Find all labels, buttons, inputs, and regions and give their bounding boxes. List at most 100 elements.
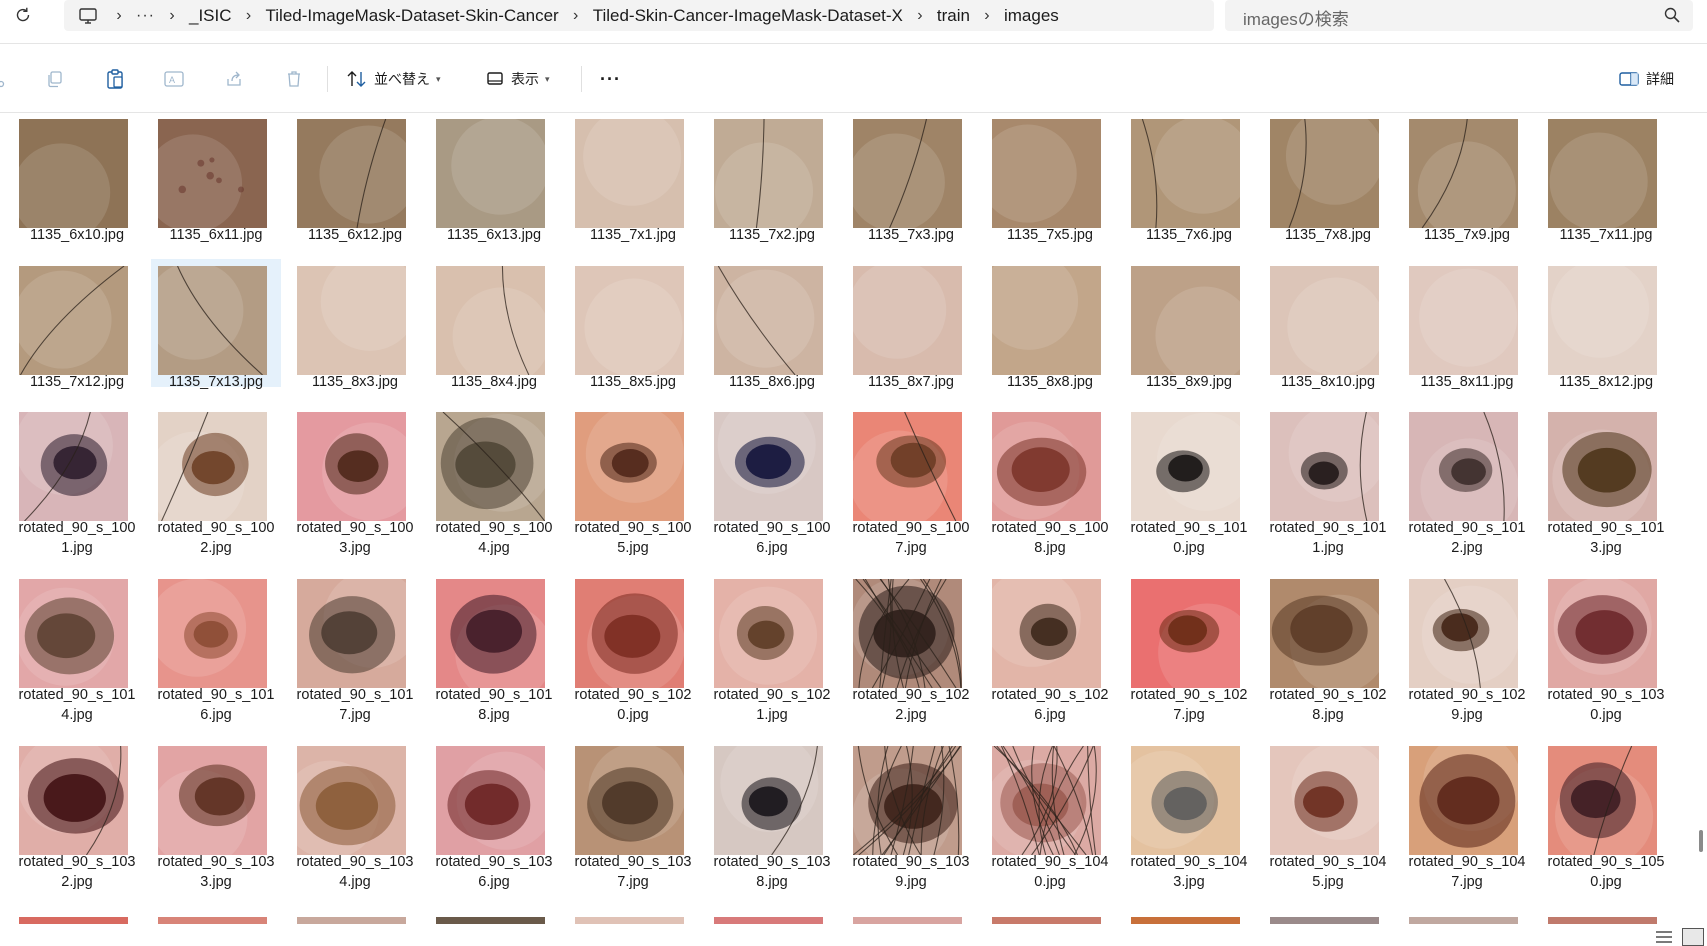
file-item[interactable]: rotated_90_s_1043.jpg	[1124, 739, 1254, 890]
cut-button[interactable]	[0, 68, 16, 90]
details-pane-button[interactable]: 詳細	[1618, 66, 1674, 92]
file-item[interactable]: 1135_6x10.jpg	[14, 112, 142, 243]
file-thumbnail-partial[interactable]	[1548, 917, 1657, 924]
file-item[interactable]: 1135_7x12.jpg	[14, 259, 142, 390]
file-item[interactable]: rotated_90_s_1022.jpg	[846, 572, 976, 723]
file-item[interactable]: 1135_7x3.jpg	[846, 112, 976, 243]
details-view-icon[interactable]	[1655, 930, 1673, 944]
copy-button[interactable]	[44, 68, 66, 90]
view-button[interactable]: 表示 ▾	[485, 66, 550, 92]
file-item[interactable]: rotated_90_s_1014.jpg	[14, 572, 142, 723]
file-item[interactable]: rotated_90_s_1004.jpg	[429, 405, 559, 556]
file-item[interactable]: 1135_7x2.jpg	[707, 112, 837, 243]
file-item[interactable]: rotated_90_s_1021.jpg	[707, 572, 837, 723]
file-item[interactable]: rotated_90_s_1047.jpg	[1402, 739, 1532, 890]
file-thumbnail-partial[interactable]	[575, 917, 684, 924]
file-thumbnail	[992, 412, 1101, 521]
search-icon[interactable]	[1663, 6, 1681, 24]
file-item[interactable]: 1135_6x12.jpg	[290, 112, 420, 243]
breadcrumb-item-isic[interactable]: _ISIC	[189, 6, 232, 26]
file-thumbnail	[1131, 266, 1240, 375]
file-item[interactable]: 1135_7x6.jpg	[1124, 112, 1254, 243]
file-item[interactable]: rotated_90_s_1001.jpg	[14, 405, 142, 556]
file-item[interactable]: rotated_90_s_1026.jpg	[985, 572, 1115, 723]
breadcrumb[interactable]: › ··· › _ISIC › Tiled-ImageMask-Dataset-…	[64, 0, 1214, 31]
file-thumbnail-partial[interactable]	[1131, 917, 1240, 924]
file-item[interactable]: 1135_7x11.jpg	[1541, 112, 1671, 243]
file-item[interactable]: 1135_8x12.jpg	[1541, 259, 1671, 390]
file-item[interactable]: 1135_6x13.jpg	[429, 112, 559, 243]
vertical-scrollbar-thumb[interactable]	[1699, 830, 1703, 852]
this-pc-button[interactable]	[78, 6, 102, 26]
file-thumbnail-partial[interactable]	[853, 917, 962, 924]
paste-button[interactable]	[104, 68, 126, 90]
file-item[interactable]: rotated_90_s_1008.jpg	[985, 405, 1115, 556]
file-item[interactable]: 1135_8x4.jpg	[429, 259, 559, 390]
file-item[interactable]: rotated_90_s_1010.jpg	[1124, 405, 1254, 556]
breadcrumb-item-images[interactable]: images	[1004, 6, 1059, 26]
breadcrumb-overflow-button[interactable]: ···	[136, 7, 155, 25]
thumbnail-image	[853, 746, 962, 855]
breadcrumb-item-train[interactable]: train	[937, 6, 970, 26]
file-item[interactable]: rotated_90_s_1016.jpg	[151, 572, 281, 723]
file-item[interactable]: rotated_90_s_1005.jpg	[568, 405, 698, 556]
file-item[interactable]: 1135_7x8.jpg	[1263, 112, 1393, 243]
share-button[interactable]	[223, 68, 245, 90]
file-item[interactable]: 1135_8x6.jpg	[707, 259, 837, 390]
rename-button[interactable]: A	[163, 68, 185, 90]
file-item[interactable]: rotated_90_s_1028.jpg	[1263, 572, 1393, 723]
file-item[interactable]: 1135_6x11.jpg	[151, 112, 281, 243]
file-item[interactable]: rotated_90_s_1036.jpg	[429, 739, 559, 890]
file-thumbnail-partial[interactable]	[714, 917, 823, 924]
refresh-button[interactable]	[12, 4, 34, 26]
file-thumbnail-partial[interactable]	[158, 917, 267, 924]
file-item[interactable]: rotated_90_s_1002.jpg	[151, 405, 281, 556]
sort-button[interactable]: 並べ替え ▾	[346, 66, 441, 92]
delete-button[interactable]	[283, 68, 305, 90]
file-item[interactable]: rotated_90_s_1045.jpg	[1263, 739, 1393, 890]
file-item[interactable]: rotated_90_s_1017.jpg	[290, 572, 420, 723]
file-thumbnail-partial[interactable]	[992, 917, 1101, 924]
file-item[interactable]: rotated_90_s_1037.jpg	[568, 739, 698, 890]
file-item[interactable]: 1135_8x11.jpg	[1402, 259, 1532, 390]
file-item[interactable]: rotated_90_s_1006.jpg	[707, 405, 837, 556]
file-item[interactable]: rotated_90_s_1039.jpg	[846, 739, 976, 890]
file-item[interactable]: rotated_90_s_1003.jpg	[290, 405, 420, 556]
search-input[interactable]: imagesの検索	[1225, 0, 1693, 31]
file-item[interactable]: rotated_90_s_1033.jpg	[151, 739, 281, 890]
file-thumbnail-partial[interactable]	[297, 917, 406, 924]
file-item[interactable]: rotated_90_s_1027.jpg	[1124, 572, 1254, 723]
file-item[interactable]: rotated_90_s_1020.jpg	[568, 572, 698, 723]
file-item[interactable]: rotated_90_s_1034.jpg	[290, 739, 420, 890]
breadcrumb-item-dataset[interactable]: Tiled-ImageMask-Dataset-Skin-Cancer	[266, 6, 559, 26]
file-item[interactable]: 1135_8x10.jpg	[1263, 259, 1393, 390]
file-thumbnail-partial[interactable]	[1409, 917, 1518, 924]
more-options-button[interactable]: ···	[600, 66, 621, 92]
file-item[interactable]: 1135_7x13.jpg	[151, 259, 281, 390]
file-item[interactable]: 1135_7x9.jpg	[1402, 112, 1532, 243]
file-item[interactable]: rotated_90_s_1011.jpg	[1263, 405, 1393, 556]
file-item[interactable]: rotated_90_s_1030.jpg	[1541, 572, 1671, 723]
file-item[interactable]: rotated_90_s_1040.jpg	[985, 739, 1115, 890]
file-item[interactable]: rotated_90_s_1038.jpg	[707, 739, 837, 890]
file-item[interactable]: 1135_7x1.jpg	[568, 112, 698, 243]
file-thumbnail-partial[interactable]	[436, 917, 545, 924]
thumbnail-image	[158, 746, 267, 855]
large-icons-view-icon[interactable]	[1682, 928, 1704, 946]
file-item[interactable]: 1135_8x8.jpg	[985, 259, 1115, 390]
file-item[interactable]: 1135_8x3.jpg	[290, 259, 420, 390]
file-item[interactable]: rotated_90_s_1032.jpg	[14, 739, 142, 890]
file-item[interactable]: 1135_8x9.jpg	[1124, 259, 1254, 390]
file-item[interactable]: 1135_7x5.jpg	[985, 112, 1115, 243]
file-item[interactable]: rotated_90_s_1029.jpg	[1402, 572, 1532, 723]
file-item[interactable]: 1135_8x7.jpg	[846, 259, 976, 390]
breadcrumb-item-dataset-x[interactable]: Tiled-Skin-Cancer-ImageMask-Dataset-X	[593, 6, 903, 26]
file-item[interactable]: 1135_8x5.jpg	[568, 259, 698, 390]
file-thumbnail-partial[interactable]	[1270, 917, 1379, 924]
file-item[interactable]: rotated_90_s_1012.jpg	[1402, 405, 1532, 556]
file-item[interactable]: rotated_90_s_1018.jpg	[429, 572, 559, 723]
file-item[interactable]: rotated_90_s_1013.jpg	[1541, 405, 1671, 556]
file-item[interactable]: rotated_90_s_1050.jpg	[1541, 739, 1671, 890]
file-item[interactable]: rotated_90_s_1007.jpg	[846, 405, 976, 556]
file-thumbnail-partial[interactable]	[19, 917, 128, 924]
